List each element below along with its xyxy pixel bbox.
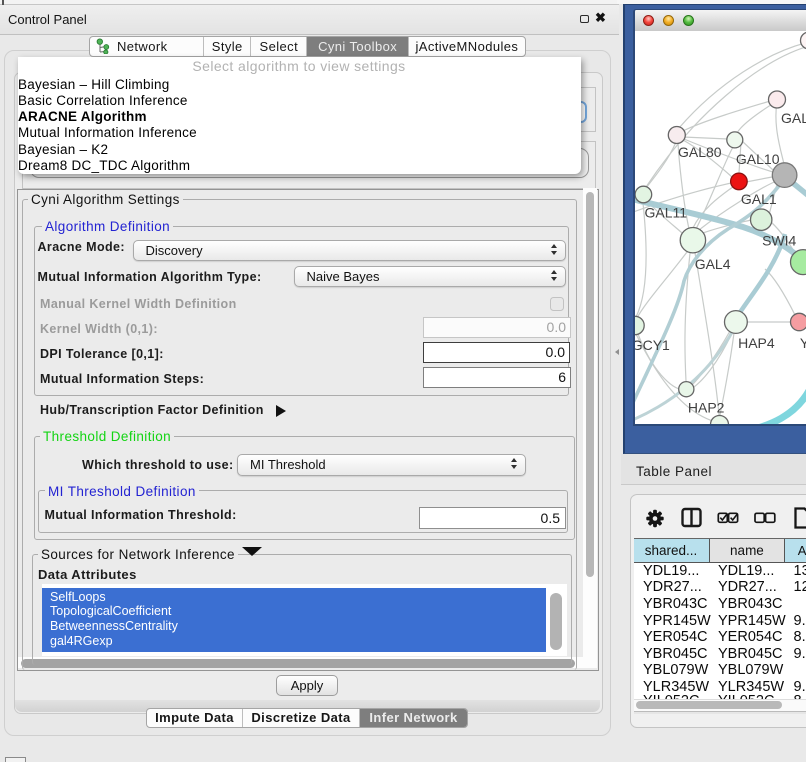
svg-text:GAL11: GAL11	[645, 204, 688, 220]
svg-text:GCY1: GCY1	[633, 336, 670, 352]
svg-text:HAP2: HAP2	[688, 399, 725, 415]
svg-text:GAL80: GAL80	[678, 144, 722, 160]
svg-text:HAP4: HAP4	[738, 335, 775, 351]
svg-text:GAL10: GAL10	[736, 151, 780, 167]
svg-text:SWI4: SWI4	[762, 232, 796, 248]
svg-text:YM: YM	[800, 335, 806, 351]
svg-text:GAL4: GAL4	[695, 255, 731, 271]
svg-text:GAL1: GAL1	[741, 191, 777, 207]
svg-text:GAL2: GAL2	[781, 110, 806, 126]
